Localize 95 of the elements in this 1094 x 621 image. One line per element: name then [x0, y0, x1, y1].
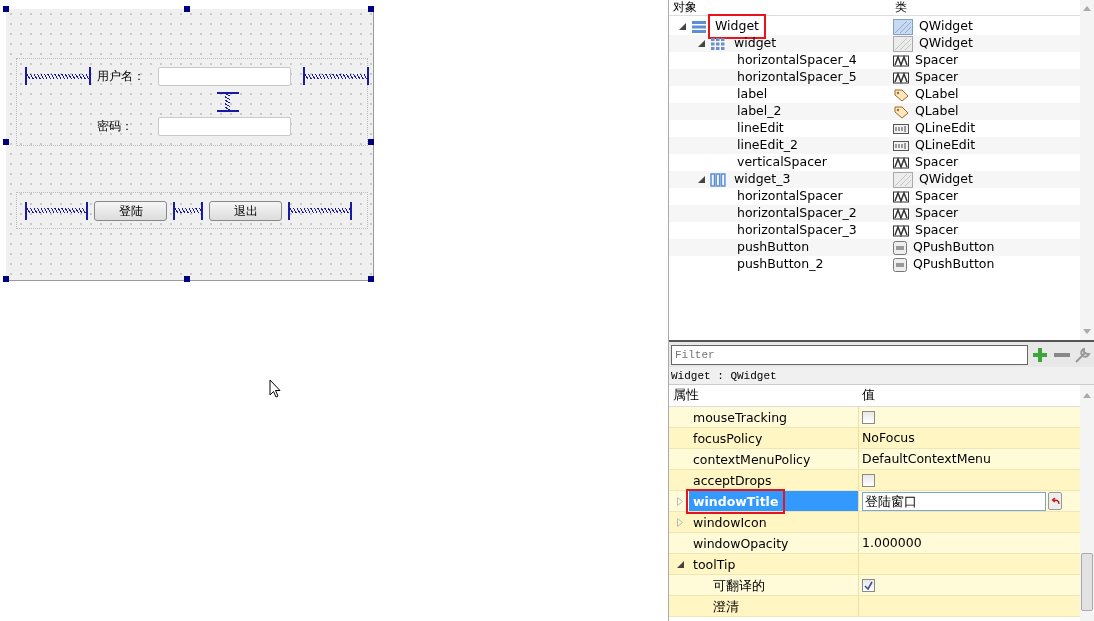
- class-name: QPushButton: [913, 255, 995, 274]
- grid-layout-icon: [710, 36, 726, 51]
- filter-field[interactable]: Filter: [671, 344, 1028, 365]
- hatched-widget-icon: [893, 18, 913, 35]
- password-field[interactable]: [158, 116, 291, 136]
- property-name[interactable]: 可翻译的: [709, 575, 769, 595]
- username-field[interactable]: [158, 66, 291, 86]
- spring-icon: [893, 224, 909, 237]
- push-button[interactable]: 退出: [209, 200, 282, 221]
- property-value: 1.000000: [862, 533, 922, 552]
- class-name: Spacer: [915, 204, 959, 223]
- object-name[interactable]: lineEdit: [733, 119, 788, 138]
- scroll-up-icon: [1083, 6, 1091, 11]
- wrench-icon: [1074, 346, 1092, 363]
- column-header[interactable]: 值: [858, 386, 875, 405]
- collapse-arrow-icon[interactable]: [698, 176, 705, 183]
- class-name: Spacer: [915, 68, 959, 87]
- class-name: Spacer: [915, 221, 959, 240]
- field-label: 密码：: [97, 118, 134, 135]
- resize-handle[interactable]: [184, 276, 190, 282]
- remove-icon: [1054, 352, 1070, 357]
- class-name: QLineEdit: [915, 136, 976, 155]
- resize-handle[interactable]: [368, 139, 374, 145]
- collapse-arrow-icon[interactable]: [679, 23, 686, 30]
- object-name[interactable]: horizontalSpacer_3: [733, 221, 861, 240]
- property-name[interactable]: 澄清: [709, 596, 743, 616]
- title-input-field[interactable]: 登陆窗口: [862, 491, 1046, 511]
- object-class-label: Widget : QWidget: [669, 367, 1094, 385]
- collapse-arrow-icon[interactable]: [698, 40, 705, 47]
- object-name[interactable]: pushButton: [733, 238, 814, 257]
- class-name: QWidget: [919, 17, 973, 36]
- class-name: QWidget: [919, 170, 973, 189]
- class-name: QPushButton: [913, 238, 995, 257]
- property-name[interactable]: windowIcon: [689, 512, 771, 532]
- object-name[interactable]: pushButton_2: [733, 255, 828, 274]
- push-button[interactable]: 登陆: [94, 200, 167, 221]
- checkbox[interactable]: [862, 473, 875, 487]
- spring-icon: [893, 190, 909, 203]
- class-name: Spacer: [915, 187, 959, 206]
- object-name[interactable]: widget_3: [730, 170, 795, 189]
- push-button-icon: [893, 257, 907, 272]
- column-header[interactable]: 对象: [669, 0, 891, 15]
- class-name: Spacer: [915, 153, 959, 172]
- object-name[interactable]: label: [733, 85, 772, 104]
- object-name[interactable]: horizontalSpacer_2: [733, 204, 861, 223]
- scroll-up-icon: [1083, 393, 1091, 398]
- resize-handle[interactable]: [368, 276, 374, 282]
- property-name[interactable]: contextMenuPolicy: [689, 449, 815, 469]
- text-field-icon: [893, 140, 909, 151]
- scroll-down-icon: [1083, 329, 1091, 334]
- tag-icon: [893, 104, 909, 119]
- spring-icon: [893, 156, 909, 169]
- text-field-icon: [893, 123, 909, 134]
- property-value: NoFocus: [862, 428, 915, 447]
- scrollbar[interactable]: [1080, 385, 1094, 621]
- property-value: DefaultContextMenu: [862, 449, 991, 468]
- horizontal-layout-icon: [710, 172, 726, 187]
- property-name[interactable]: toolTip: [689, 554, 740, 574]
- object-name[interactable]: widget: [730, 34, 781, 53]
- expand-arrow-icon[interactable]: [677, 496, 683, 506]
- class-name: QLineEdit: [915, 119, 976, 138]
- reset-button[interactable]: [1048, 492, 1062, 510]
- scrollbar[interactable]: [1080, 0, 1094, 340]
- resize-handle[interactable]: [3, 276, 9, 282]
- object-name[interactable]: verticalSpacer: [733, 153, 831, 172]
- column-header[interactable]: 类: [891, 0, 1071, 15]
- checkbox[interactable]: [862, 410, 875, 424]
- resize-handle[interactable]: [3, 6, 9, 12]
- resize-handle[interactable]: [184, 6, 190, 12]
- field-label: 用户名：: [97, 68, 146, 85]
- property-name[interactable]: focusPolicy: [689, 428, 767, 448]
- spring-icon: [893, 54, 909, 67]
- resize-handle[interactable]: [368, 6, 374, 12]
- object-name[interactable]: lineEdit_2: [733, 136, 802, 155]
- class-name: QWidget: [919, 34, 973, 53]
- column-header[interactable]: 属性: [669, 386, 858, 405]
- object-name[interactable]: label_2: [733, 102, 786, 121]
- expand-arrow-icon[interactable]: [677, 517, 683, 527]
- add-icon: [1032, 346, 1050, 363]
- mouse-cursor-icon: [269, 379, 281, 398]
- checkbox[interactable]: [862, 578, 875, 592]
- class-name: QLabel: [915, 102, 959, 121]
- object-name[interactable]: Widget: [711, 17, 764, 36]
- class-name: Spacer: [915, 51, 959, 70]
- object-name[interactable]: horizontalSpacer_4: [733, 51, 861, 70]
- object-name[interactable]: horizontalSpacer: [733, 187, 847, 206]
- undo-icon: [1050, 497, 1060, 505]
- property-name[interactable]: windowOpacity: [689, 533, 793, 553]
- class-name: QLabel: [915, 85, 959, 104]
- vertical-layout-icon: [691, 19, 707, 34]
- object-name[interactable]: horizontalSpacer_5: [733, 68, 861, 87]
- scroll-thumb[interactable]: [1081, 553, 1093, 611]
- collapse-arrow-icon[interactable]: [677, 560, 684, 568]
- tag-icon: [893, 87, 909, 102]
- resize-handle[interactable]: [3, 139, 9, 145]
